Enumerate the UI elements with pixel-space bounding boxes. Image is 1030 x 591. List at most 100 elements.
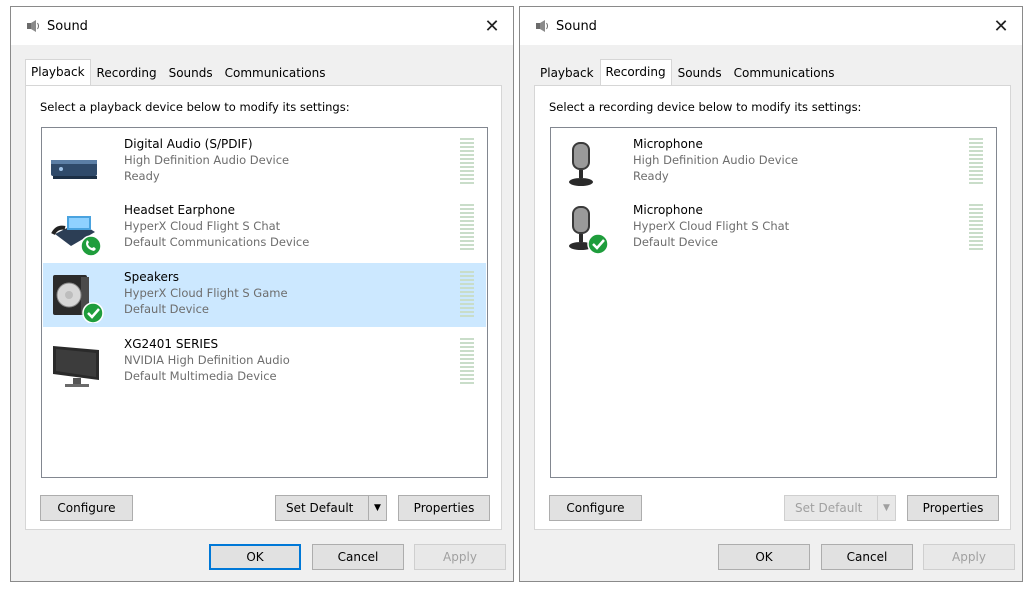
meter-segment: [460, 275, 474, 277]
meter-segment: [969, 216, 983, 218]
meter-segment: [969, 142, 983, 144]
tab-recording[interactable]: Recording: [91, 61, 163, 85]
meter-segment: [969, 174, 983, 176]
properties-button[interactable]: Properties: [398, 495, 490, 521]
configure-button[interactable]: Configure: [40, 495, 133, 521]
meter-segment: [460, 295, 474, 297]
device-item-speakers[interactable]: Speakers HyperX Cloud Flight S Game Defa…: [43, 263, 486, 327]
meter-segment: [460, 208, 474, 210]
meter-segment: [460, 216, 474, 218]
device-status: Ready: [633, 169, 669, 183]
meter-segment: [969, 146, 983, 148]
meter-segment: [969, 236, 983, 238]
device-driver: NVIDIA High Definition Audio: [124, 353, 290, 367]
meter-segment: [460, 182, 474, 184]
meter-segment: [969, 154, 983, 156]
meter-segment: [460, 154, 474, 156]
meter-segment: [460, 224, 474, 226]
apply-button[interactable]: Apply: [923, 544, 1015, 570]
title-bar[interactable]: Sound ✕: [520, 7, 1022, 45]
meter-segment: [460, 174, 474, 176]
meter-segment: [969, 224, 983, 226]
monitor-icon: [49, 338, 105, 390]
meter-segment: [969, 240, 983, 242]
level-meter-bars: [460, 338, 474, 384]
tab-communications[interactable]: Communications: [219, 61, 332, 85]
close-icon[interactable]: ✕: [479, 13, 505, 39]
meter-segment: [460, 248, 474, 250]
level-meter-bars: [969, 204, 983, 250]
sound-dialog-recording: Sound ✕ Playback Recording Sounds Commun…: [519, 6, 1023, 582]
device-item-microphone-hda[interactable]: Microphone High Definition Audio Device …: [552, 130, 995, 194]
meter-segment: [969, 232, 983, 234]
meter-segment: [460, 228, 474, 230]
tab-bar: Playback Recording Sounds Communications: [25, 57, 499, 86]
meter-segment: [460, 311, 474, 313]
sound-dialog-playback: Sound ✕ Playback Recording Sounds Commun…: [10, 6, 514, 582]
meter-segment: [460, 204, 474, 206]
device-item-spdif[interactable]: Digital Audio (S/PDIF) High Definition A…: [43, 130, 486, 194]
tab-recording[interactable]: Recording: [599, 59, 672, 86]
level-meter: [967, 202, 985, 252]
title-bar[interactable]: Sound ✕: [11, 7, 513, 45]
speaker-title-icon: [534, 18, 550, 34]
device-list[interactable]: Microphone High Definition Audio Device …: [550, 127, 997, 478]
chevron-down-icon[interactable]: ▼: [877, 496, 895, 520]
device-driver: High Definition Audio Device: [124, 153, 290, 167]
level-meter: [458, 202, 476, 252]
device-status: Default Communications Device: [124, 235, 310, 249]
meter-segment: [460, 354, 474, 356]
device-name: Microphone: [633, 203, 703, 217]
tab-sounds[interactable]: Sounds: [672, 61, 728, 85]
meter-segment: [460, 170, 474, 172]
instruction-text: Select a playback device below to modify…: [40, 100, 350, 114]
set-default-button[interactable]: Set Default ▼: [784, 495, 896, 521]
device-driver: HyperX Cloud Flight S Chat: [124, 219, 281, 233]
ok-button[interactable]: OK: [718, 544, 810, 570]
meter-segment: [460, 236, 474, 238]
level-meter: [967, 136, 985, 186]
device-status: Ready: [124, 169, 160, 183]
chevron-down-icon[interactable]: ▼: [368, 496, 386, 520]
level-meter-bars: [460, 204, 474, 250]
meter-segment: [460, 150, 474, 152]
level-meter: [458, 336, 476, 386]
meter-segment: [460, 303, 474, 305]
meter-segment: [460, 166, 474, 168]
meter-segment: [460, 374, 474, 376]
tab-playback[interactable]: Playback: [25, 59, 91, 86]
spdif-device-icon: [49, 138, 105, 190]
close-icon[interactable]: ✕: [988, 13, 1014, 39]
tab-sounds[interactable]: Sounds: [163, 61, 219, 85]
device-item-xg2401[interactable]: XG2401 SERIES NVIDIA High Definition Aud…: [43, 330, 486, 394]
meter-segment: [460, 283, 474, 285]
cancel-button[interactable]: Cancel: [821, 544, 913, 570]
meter-segment: [460, 178, 474, 180]
device-status: Default Multimedia Device: [124, 369, 277, 383]
set-default-button[interactable]: Set Default ▼: [275, 495, 387, 521]
meter-segment: [969, 208, 983, 210]
cancel-button[interactable]: Cancel: [312, 544, 404, 570]
device-driver: High Definition Audio Device: [633, 153, 799, 167]
meter-segment: [460, 287, 474, 289]
device-item-microphone-hyperx[interactable]: Microphone HyperX Cloud Flight S Chat De…: [552, 196, 995, 260]
tab-playback[interactable]: Playback: [534, 61, 600, 85]
meter-segment: [460, 146, 474, 148]
meter-segment: [460, 378, 474, 380]
meter-segment: [460, 342, 474, 344]
device-item-headset-earphone[interactable]: Headset Earphone HyperX Cloud Flight S C…: [43, 196, 486, 260]
tab-communications[interactable]: Communications: [728, 61, 841, 85]
properties-button[interactable]: Properties: [907, 495, 999, 521]
meter-segment: [969, 228, 983, 230]
meter-segment: [969, 138, 983, 140]
tab-panel: Select a playback device below to modify…: [25, 85, 502, 530]
meter-segment: [460, 358, 474, 360]
device-list[interactable]: Digital Audio (S/PDIF) High Definition A…: [41, 127, 488, 478]
apply-button[interactable]: Apply: [414, 544, 506, 570]
configure-button[interactable]: Configure: [549, 495, 642, 521]
device-name: Microphone: [633, 137, 703, 151]
meter-segment: [460, 362, 474, 364]
ok-button[interactable]: OK: [209, 544, 301, 570]
set-default-label: Set Default: [795, 501, 863, 515]
window-title: Sound: [556, 18, 597, 34]
